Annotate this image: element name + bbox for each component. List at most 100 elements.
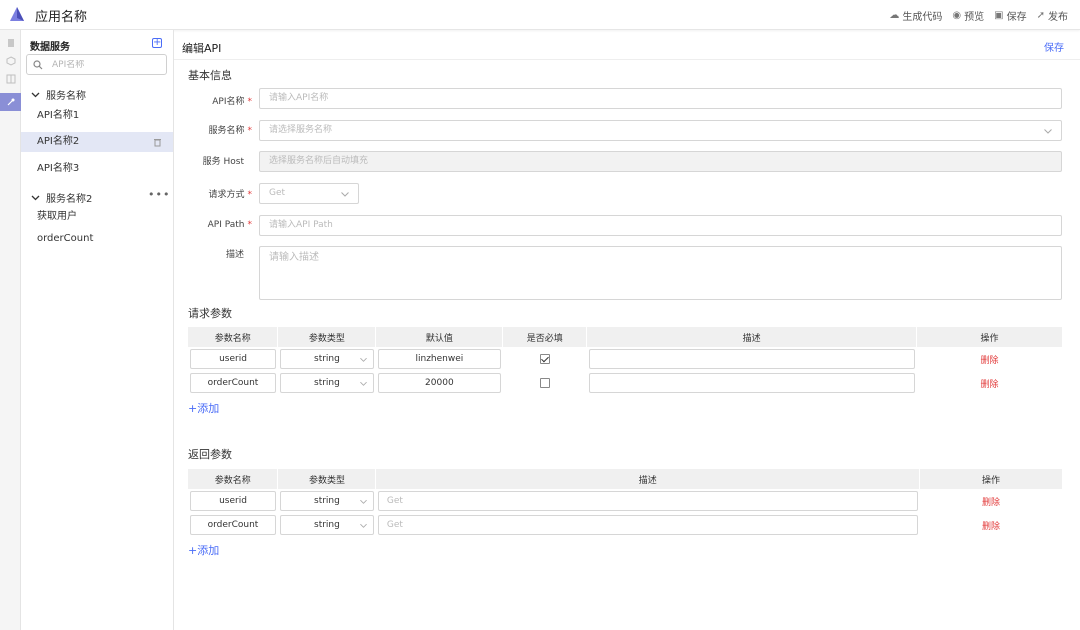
col-header: 操作	[916, 327, 1063, 347]
delete-button[interactable]: 删除	[981, 356, 999, 366]
tree-item-api-3[interactable]: API名称3	[21, 159, 173, 179]
cube-icon	[6, 56, 15, 66]
generate-code-label: 生成代码	[902, 12, 943, 23]
tree-item-order-count[interactable]: orderCount	[21, 229, 173, 249]
col-header: 描述	[375, 469, 921, 489]
top-bar: 应用名称 ☁ 生成代码 ◉ 预览 ▣ 保存 ➚ 发布	[0, 0, 1080, 30]
default-value-input[interactable]: 20000	[377, 373, 501, 393]
main-header: 编辑API 保存	[174, 30, 1080, 60]
rail-layout-button[interactable]	[0, 70, 21, 88]
basic-info-title: 基本信息	[188, 69, 232, 82]
app-logo-icon	[10, 7, 24, 21]
default-value-input[interactable]: linzhenwei	[377, 349, 501, 369]
publish-label: 发布	[1048, 12, 1068, 23]
api-name-input[interactable]: 请输入API名称	[259, 88, 1062, 109]
request-params-title: 请求参数	[188, 307, 232, 320]
chevron-down-icon	[31, 92, 40, 98]
param-type-select[interactable]: string	[279, 491, 374, 511]
page-icon	[7, 39, 14, 47]
sidebar-search	[26, 54, 167, 75]
add-request-param-button[interactable]: +添加	[188, 400, 219, 416]
plug-icon	[7, 98, 14, 106]
page-title: 编辑API	[182, 42, 222, 55]
trash-icon[interactable]	[153, 137, 162, 147]
more-icon[interactable]: •••	[148, 188, 170, 201]
col-header: 参数名称	[188, 327, 279, 347]
table-row: orderCount string 20000 删除	[188, 371, 1063, 395]
service-name-select[interactable]: 请选择服务名称	[259, 120, 1062, 141]
col-header: 操作	[919, 469, 1063, 489]
table-row: userid string linzhenwei 删除	[188, 347, 1063, 371]
sidebar: 数据服务 + 服务名称 API名称1 API名称2 API名称3 服务名称2 •…	[21, 30, 174, 630]
send-icon: ➚	[1036, 10, 1045, 21]
table-row: userid string Get 删除	[188, 489, 1063, 513]
api-path-label: API Path *	[208, 220, 252, 230]
chevron-down-icon	[360, 499, 367, 504]
preview-button[interactable]: ◉ 预览	[952, 8, 984, 23]
delete-button[interactable]: 删除	[982, 498, 1000, 508]
icon-rail	[0, 30, 21, 630]
col-header: 默认值	[375, 327, 504, 347]
param-name-input[interactable]: orderCount	[190, 373, 276, 393]
param-type-value: string	[314, 354, 340, 364]
add-service-button[interactable]: +	[152, 38, 162, 48]
save-button[interactable]: 保存	[1044, 39, 1064, 54]
rail-page-button[interactable]	[0, 34, 21, 52]
api-path-input[interactable]: 请输入API Path	[259, 215, 1062, 236]
chevron-down-icon	[360, 523, 367, 528]
description-input[interactable]	[588, 373, 915, 393]
service-name-label: 服务名称 *	[208, 123, 252, 136]
add-response-param-button[interactable]: +添加	[188, 542, 219, 558]
publish-button[interactable]: ➚ 发布	[1037, 8, 1068, 23]
tree-group-service-1[interactable]: 服务名称	[31, 87, 86, 102]
description-input[interactable]: Get	[377, 515, 918, 535]
required-checkbox[interactable]	[539, 353, 550, 364]
required-mark: *	[247, 126, 253, 136]
rail-component-button[interactable]	[0, 52, 21, 70]
description-input[interactable]: Get	[377, 491, 918, 511]
generate-code-button[interactable]: ☁ 生成代码	[889, 8, 942, 23]
app-name: 应用名称	[35, 10, 88, 25]
tree-item-api-1[interactable]: API名称1	[21, 106, 173, 126]
tree-group-service-2[interactable]: 服务名称2	[31, 190, 92, 205]
service-name-placeholder: 请选择服务名称	[269, 125, 333, 135]
service-host-input: 选择服务名称后自动填充	[259, 151, 1062, 172]
tree-group-label: 服务名称	[46, 91, 86, 102]
param-name-input[interactable]: orderCount	[190, 515, 276, 535]
chevron-down-icon	[1044, 129, 1052, 134]
response-params-table: 参数名称 参数类型 描述 操作 userid string Get 删除 ord…	[188, 469, 1063, 537]
required-mark: *	[247, 220, 253, 230]
col-header: 是否必填	[502, 327, 588, 347]
api-name-label: API名称 *	[212, 94, 252, 107]
param-name-input[interactable]: userid	[190, 491, 276, 511]
api-search-input[interactable]	[52, 59, 152, 70]
param-name-input[interactable]: userid	[190, 349, 276, 369]
description-input[interactable]	[588, 349, 915, 369]
required-checkbox[interactable]	[539, 377, 550, 388]
tree-item-label: API名称2	[37, 136, 80, 147]
param-type-select[interactable]: string	[279, 349, 374, 369]
rail-data-service-button[interactable]	[0, 93, 21, 111]
tree-group-label: 服务名称2	[46, 194, 93, 205]
request-params-table: 参数名称 参数类型 默认值 是否必填 描述 操作 userid string l…	[188, 327, 1063, 395]
param-type-select[interactable]: string	[279, 515, 374, 535]
sidebar-title: 数据服务	[30, 42, 70, 53]
col-header: 参数类型	[277, 469, 377, 489]
method-label-text: 请求方式	[208, 190, 245, 200]
preview-label: 预览	[964, 12, 985, 23]
param-type-select[interactable]: string	[279, 373, 374, 393]
tree-item-get-user[interactable]: 获取用户	[21, 207, 173, 227]
save-top-label: 保存	[1006, 12, 1027, 23]
service-host-label: 服务 Host	[202, 157, 244, 167]
tree-item-api-2[interactable]: API名称2	[21, 132, 173, 152]
api-name-label-text: API名称	[212, 97, 245, 107]
save-top-button[interactable]: ▣ 保存	[994, 8, 1026, 23]
delete-button[interactable]: 删除	[981, 380, 999, 390]
method-select[interactable]: Get	[259, 183, 359, 204]
response-params-title: 返回参数	[188, 448, 232, 461]
param-type-value: string	[314, 520, 340, 530]
layout-icon	[6, 74, 15, 84]
chevron-down-icon	[341, 192, 349, 197]
description-textarea[interactable]: 请输入描述	[259, 246, 1062, 300]
delete-button[interactable]: 删除	[982, 522, 1000, 532]
